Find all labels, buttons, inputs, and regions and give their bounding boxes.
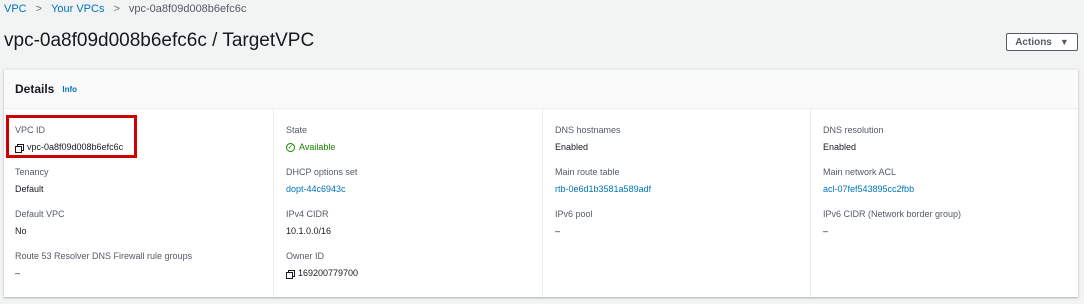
dns-resolution-value: Enabled (823, 142, 857, 152)
field-value-row: vpc-0a8f09d008b6efc6c (15, 142, 273, 153)
state-value-row: ✓ Available (286, 142, 542, 153)
details-title: Details (15, 82, 55, 96)
owner-id-value: 169200779700 (298, 268, 359, 278)
main-route-table-link[interactable]: rtb-0e6d1b3581a589adf (555, 184, 810, 195)
info-link[interactable]: Info (62, 85, 77, 94)
details-column-3: DNS hostnames Enabled Main route table r… (542, 109, 810, 297)
field-label: Route 53 Resolver DNS Firewall rule grou… (15, 251, 193, 261)
actions-button[interactable]: Actions ▼ (1006, 33, 1078, 51)
field-owner-id: Owner ID 169200779700 (286, 251, 542, 293)
field-ipv4-cidr: IPv4 CIDR 10.1.0.0/16 (286, 209, 542, 251)
details-grid: VPC ID vpc-0a8f09d008b6efc6c Tenancy Def… (4, 109, 1078, 297)
breadcrumb-current: vpc-0a8f09d008b6efc6c (128, 3, 247, 15)
field-label: IPv6 pool (555, 209, 593, 219)
field-dhcp: DHCP options set dopt-44c6943c (286, 167, 542, 209)
default-vpc-value: No (15, 226, 27, 236)
ipv6-cidr-value: – (823, 226, 829, 236)
copy-icon[interactable] (286, 269, 295, 279)
tenancy-value: Default (15, 184, 44, 194)
field-default-vpc: Default VPC No (15, 209, 273, 251)
field-label: IPv6 CIDR (Network border group) (823, 209, 962, 219)
chevron-right-icon: > (35, 3, 43, 15)
field-state: State ✓ Available (286, 125, 542, 167)
dns-firewall-value: – (15, 268, 21, 278)
details-column-1: VPC ID vpc-0a8f09d008b6efc6c Tenancy Def… (4, 109, 273, 297)
breadcrumb-vpc[interactable]: VPC (4, 3, 27, 15)
owner-id-value-row: 169200779700 (286, 268, 542, 279)
field-label: VPC ID (15, 125, 46, 135)
field-label: Tenancy (15, 167, 49, 177)
details-column-2: State ✓ Available DHCP options set dopt-… (273, 109, 542, 297)
details-header: Details Info (4, 70, 1078, 109)
field-label: Main network ACL (823, 167, 897, 177)
actions-label: Actions (1015, 36, 1052, 48)
field-label: DNS hostnames (555, 125, 621, 135)
field-dns-resolution: DNS resolution Enabled (823, 125, 1078, 167)
main-network-acl-link[interactable]: acl-07fef543895cc2fbb (823, 184, 1078, 195)
check-circle-icon: ✓ (286, 143, 295, 152)
ipv6-pool-value: – (555, 226, 561, 236)
field-vpc-id: VPC ID vpc-0a8f09d008b6efc6c (15, 125, 273, 167)
state-value: Available (299, 142, 336, 152)
field-ipv6-pool: IPv6 pool – (555, 209, 810, 251)
field-label: DNS resolution (823, 125, 884, 135)
vpc-id-value: vpc-0a8f09d008b6efc6c (27, 142, 124, 152)
page-title: vpc-0a8f09d008b6efc6c / TargetVPC (4, 30, 315, 51)
field-label: Default VPC (15, 209, 65, 219)
field-label: Main route table (555, 167, 620, 177)
chevron-right-icon: > (113, 3, 120, 15)
field-main-network-acl: Main network ACL acl-07fef543895cc2fbb (823, 167, 1078, 209)
field-dns-firewall: Route 53 Resolver DNS Firewall rule grou… (15, 251, 273, 293)
dhcp-options-link[interactable]: dopt-44c6943c (286, 184, 542, 195)
breadcrumb: VPC > Your VPCs > vpc-0a8f09d008b6efc6c (4, 3, 246, 15)
dns-hostnames-value: Enabled (555, 142, 589, 152)
details-column-4: DNS resolution Enabled Main network ACL … (810, 109, 1078, 297)
field-label: Owner ID (286, 251, 325, 261)
breadcrumb-your-vpcs[interactable]: Your VPCs (51, 3, 104, 15)
details-panel: Details Info VPC ID vpc-0a8f09d008b6efc6… (4, 69, 1078, 297)
field-dns-hostnames: DNS hostnames Enabled (555, 125, 810, 167)
ipv4-cidr-value: 10.1.0.0/16 (286, 226, 332, 236)
caret-down-icon: ▼ (1059, 37, 1069, 47)
copy-icon[interactable] (15, 143, 24, 153)
field-main-route-table: Main route table rtb-0e6d1b3581a589adf (555, 167, 810, 209)
field-label: IPv4 CIDR (286, 209, 329, 219)
field-ipv6-cidr: IPv6 CIDR (Network border group) – (823, 209, 1078, 251)
field-tenancy: Tenancy Default (15, 167, 273, 209)
field-label: DHCP options set (286, 167, 358, 177)
field-label: State (286, 125, 308, 135)
